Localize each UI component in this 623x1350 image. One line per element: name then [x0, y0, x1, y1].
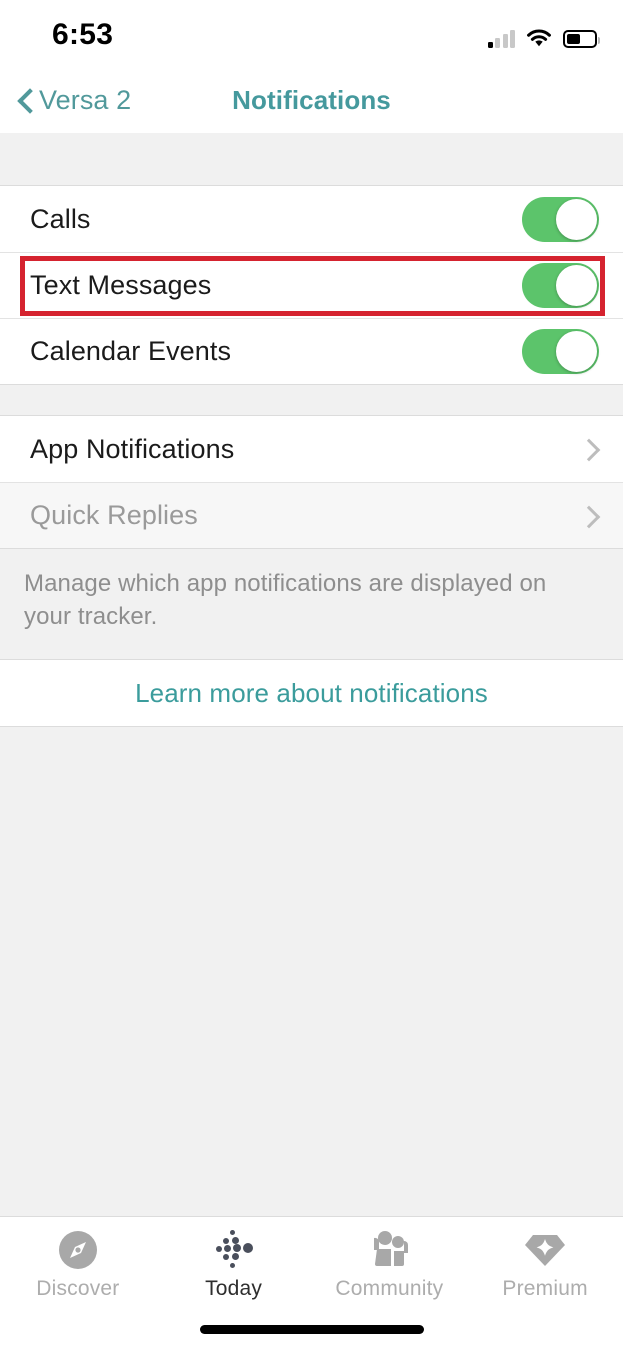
toggle-row-text-messages[interactable]: Text Messages	[0, 252, 623, 318]
settings-content: Calls Text Messages Calendar Events App …	[0, 133, 623, 1350]
nav-row-quick-replies[interactable]: Quick Replies	[0, 482, 623, 548]
status-time: 6:53	[52, 18, 114, 51]
toggle-label: Text Messages	[30, 270, 212, 300]
nav-row-app-notifications[interactable]: App Notifications	[0, 416, 623, 482]
tab-label: Premium	[502, 1277, 588, 1300]
tab-today[interactable]: Today	[156, 1217, 312, 1313]
back-button-label: Versa 2	[39, 85, 132, 115]
learn-more-link[interactable]: Learn more about notifications	[0, 659, 623, 728]
phone-screen: 6:53 Versa 2 Notifications Calls Text Me…	[0, 0, 623, 1350]
fitbit-dots-icon	[212, 1229, 256, 1271]
tab-label: Community	[335, 1277, 444, 1300]
gem-icon	[523, 1229, 567, 1271]
people-icon	[366, 1229, 412, 1271]
tab-community[interactable]: Community	[312, 1217, 468, 1313]
section-spacer-middle	[0, 384, 623, 416]
chevron-right-icon	[581, 504, 595, 528]
wifi-icon	[526, 28, 552, 48]
battery-icon	[563, 30, 600, 48]
toggle-row-calendar-events[interactable]: Calendar Events	[0, 318, 623, 384]
compass-icon	[57, 1229, 99, 1271]
status-indicators	[487, 22, 600, 48]
tab-label: Discover	[36, 1277, 120, 1300]
bottom-tab-bar: Discover Today Community Premium	[0, 1216, 623, 1350]
navigation-group: App Notifications Quick Replies	[0, 416, 623, 548]
toggle-switch-calendar-events[interactable]	[522, 329, 599, 374]
status-bar: 6:53	[0, 0, 623, 68]
home-indicator-bar	[199, 1325, 424, 1334]
helper-text: Manage which app notifications are displ…	[0, 548, 623, 660]
toggle-row-calls[interactable]: Calls	[0, 186, 623, 252]
toggle-label: Calendar Events	[30, 336, 232, 366]
toggle-switch-calls[interactable]	[522, 196, 599, 242]
nav-row-label: App Notifications	[30, 433, 235, 464]
toggle-switch-text-messages[interactable]	[522, 263, 599, 308]
tab-discover[interactable]: Discover	[0, 1217, 156, 1313]
navigation-bar: Versa 2 Notifications	[0, 68, 623, 133]
toggle-label: Calls	[30, 203, 91, 234]
tab-premium[interactable]: Premium	[467, 1217, 623, 1313]
chevron-right-icon	[581, 437, 595, 461]
toggle-group: Calls Text Messages Calendar Events	[0, 186, 623, 384]
tab-label: Today	[205, 1277, 263, 1300]
section-spacer-top	[0, 133, 623, 186]
nav-row-label: Quick Replies	[30, 500, 198, 530]
cellular-signal-icon	[487, 28, 515, 48]
back-button[interactable]: Versa 2	[18, 68, 131, 133]
chevron-left-icon	[18, 88, 33, 114]
